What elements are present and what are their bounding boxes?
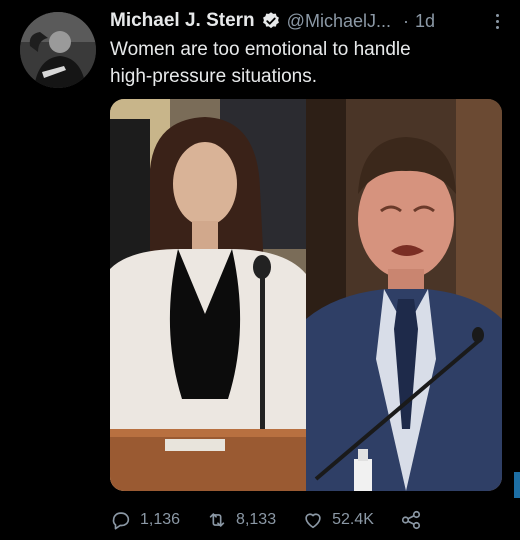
retweet-button[interactable]: 8,133	[206, 509, 276, 531]
tweet-text: Women are too emotional to handle high-p…	[110, 36, 500, 90]
more-options-icon[interactable]	[488, 10, 506, 32]
retweet-icon	[209, 513, 225, 527]
display-name[interactable]: Michael J. Stern	[110, 10, 255, 32]
verified-badge-icon	[262, 12, 279, 29]
retweet-count: 8,133	[236, 511, 277, 528]
share-icon	[401, 510, 420, 530]
tweet-header: Michael J. Stern @MichaelJ... · 1d	[110, 8, 506, 34]
woman-at-hearing-image	[110, 99, 306, 491]
avatar[interactable]	[20, 12, 96, 88]
tweet-text-line-1: Women are too emotional to handle	[110, 39, 411, 60]
separator-dot: ·	[402, 10, 409, 31]
heart-icon	[305, 513, 321, 529]
like-count: 52.4K	[332, 511, 374, 528]
reply-count: 1,136	[140, 511, 181, 528]
tweet-media[interactable]	[110, 99, 502, 491]
media-photo-left[interactable]	[110, 99, 306, 491]
young-man-crying-image	[306, 99, 502, 491]
scroll-indicator	[514, 472, 520, 498]
tweet-text-line-2: high-pressure situations.	[110, 66, 317, 87]
tweet[interactable]: Michael J. Stern @MichaelJ... · 1d Women…	[0, 0, 520, 540]
handle[interactable]: @MichaelJ...	[287, 11, 391, 32]
media-photo-right[interactable]	[306, 99, 502, 491]
like-button[interactable]: 52.4K	[302, 509, 374, 531]
reply-icon	[112, 512, 130, 530]
tweet-actions: 1,136 8,133 52.4K	[110, 506, 510, 534]
share-button[interactable]	[400, 509, 422, 531]
timestamp[interactable]: 1d	[415, 11, 435, 32]
avatar-photo	[20, 12, 96, 88]
reply-button[interactable]: 1,136	[110, 509, 180, 531]
